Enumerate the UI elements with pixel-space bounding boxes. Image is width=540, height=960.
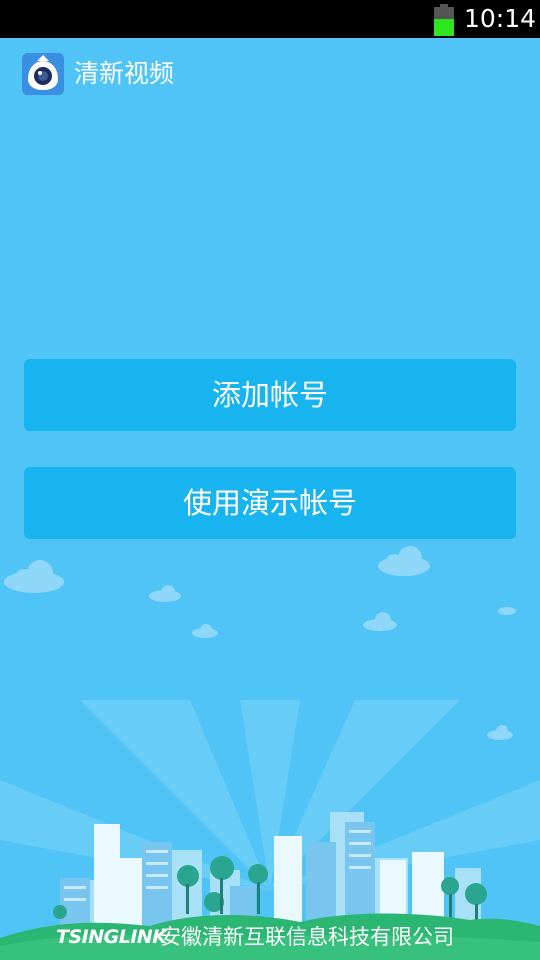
status-clock: 10:14	[464, 4, 537, 33]
footer: TSINGLINK 安徽清新互联信息科技有限公司	[0, 912, 540, 960]
battery-icon	[434, 4, 454, 36]
app-logo-icon	[22, 53, 64, 95]
tsinglink-logo: TSINGLINK	[56, 926, 167, 948]
status-bar: 10:14	[0, 0, 540, 38]
demo-account-button[interactable]: 使用演示帐号	[24, 467, 516, 539]
app-title: 清新视频	[74, 59, 175, 88]
app-screen: 10:14 清新视频 添加帐号 使用演示帐号 TSINGLINK 安徽清新互联信…	[0, 0, 540, 960]
add-account-button[interactable]: 添加帐号	[24, 359, 516, 431]
company-name: 安徽清新互联信息科技有限公司	[160, 925, 454, 949]
